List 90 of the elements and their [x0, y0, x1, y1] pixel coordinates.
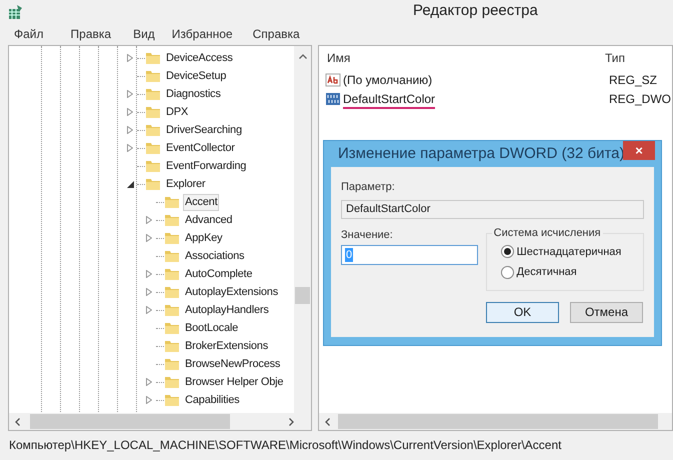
vertical-scrollbar[interactable]: [294, 46, 311, 414]
tree-item[interactable]: AutoComplete: [183, 266, 254, 282]
folder-icon: [145, 69, 161, 83]
folder-icon: [164, 249, 180, 263]
scroll-thumb[interactable]: [338, 414, 658, 429]
horizontal-scrollbar[interactable]: [9, 413, 311, 430]
binary-value-icon: [325, 92, 341, 106]
folder-icon: [164, 267, 180, 281]
tree-item[interactable]: EventCollector: [164, 140, 237, 156]
folder-icon: [164, 393, 180, 407]
scroll-left-icon[interactable]: [325, 418, 330, 426]
folder-icon: [145, 87, 161, 101]
expand-icon[interactable]: [127, 54, 133, 62]
folder-icon: [164, 213, 180, 227]
folder-icon: [164, 285, 180, 299]
menu-item[interactable]: Файл: [14, 25, 44, 43]
menu-item[interactable]: Справка: [252, 25, 300, 43]
close-button[interactable]: ×: [623, 141, 655, 160]
folder-icon: [164, 303, 180, 317]
expand-icon[interactable]: [127, 126, 133, 134]
scroll-thumb[interactable]: [295, 287, 310, 304]
folder-icon: [145, 141, 161, 155]
column-header[interactable]: Имя: [319, 49, 605, 67]
tree-item[interactable]: Capabilities: [183, 392, 242, 408]
window-title: Редактор реестра: [413, 1, 538, 21]
tree-item[interactable]: DriverSearching: [164, 122, 244, 138]
expand-icon[interactable]: [146, 396, 152, 404]
tree-item[interactable]: Advanced: [183, 212, 234, 228]
value-name[interactable]: DefaultStartColor: [343, 90, 609, 108]
radio-button[interactable]: [500, 266, 514, 279]
collapse-icon[interactable]: [127, 180, 134, 188]
tree-item[interactable]: Browser Helper Obje: [183, 374, 286, 390]
tree-item[interactable]: DPX: [164, 104, 190, 120]
expand-icon[interactable]: [146, 234, 152, 242]
tree-item[interactable]: AutoplayHandlers: [183, 302, 271, 318]
radio-label[interactable]: Десятичная: [516, 264, 577, 280]
folder-icon: [145, 51, 161, 65]
tree-item[interactable]: DeviceAccess: [164, 50, 235, 66]
registry-icon: [8, 4, 24, 20]
expand-icon[interactable]: [146, 288, 152, 296]
expand-icon[interactable]: [146, 306, 152, 314]
scroll-up-icon[interactable]: [298, 54, 306, 59]
field-label: Значение:: [341, 228, 394, 242]
tree-item[interactable]: BootLocale: [183, 320, 240, 336]
radio-button[interactable]: [500, 245, 514, 258]
scroll-right-icon[interactable]: [289, 418, 294, 426]
tree-item[interactable]: AppKey: [183, 230, 224, 246]
folder-icon: [164, 357, 180, 371]
value-type: REG_DWO: [609, 90, 672, 108]
radio-label[interactable]: Шестнадцатеричная: [516, 244, 622, 260]
tree-item[interactable]: BrokerExtensions: [183, 338, 270, 354]
tree-item[interactable]: DeviceSetup: [164, 68, 228, 84]
value-name[interactable]: (По умолчанию): [343, 70, 609, 88]
scroll-left-icon[interactable]: [15, 418, 20, 426]
menu-item[interactable]: Избранное: [172, 25, 233, 43]
expand-icon[interactable]: [127, 144, 133, 152]
horizontal-scrollbar[interactable]: [319, 413, 672, 430]
text-value-icon: [325, 72, 341, 86]
dialog-button[interactable]: Отмена: [570, 302, 643, 322]
tree-item[interactable]: AutoplayExtensions: [183, 284, 280, 300]
folder-icon: [164, 195, 180, 209]
tree-item[interactable]: EventForwarding: [164, 158, 248, 174]
menu-item[interactable]: Правка: [70, 25, 112, 43]
folder-icon: [164, 321, 180, 335]
folder-icon: [145, 123, 161, 137]
column-header[interactable]: Тип: [605, 49, 626, 67]
tree-item[interactable]: Associations: [183, 248, 246, 264]
tree-item[interactable]: Diagnostics: [164, 86, 223, 102]
scroll-thumb[interactable]: [30, 414, 230, 429]
field-label: Параметр:: [341, 180, 396, 195]
value-type: REG_SZ: [609, 72, 658, 88]
expand-icon[interactable]: [146, 270, 152, 278]
dialog-button[interactable]: OK: [486, 302, 559, 322]
folder-icon: [145, 177, 161, 191]
folder-icon: [164, 231, 180, 245]
expand-icon[interactable]: [146, 216, 152, 224]
folder-icon: [164, 375, 180, 389]
folder-icon: [145, 105, 161, 119]
expand-icon[interactable]: [127, 90, 133, 98]
folder-icon: [145, 159, 161, 173]
tree-item[interactable]: Accent: [183, 194, 220, 210]
expand-icon[interactable]: [127, 108, 133, 116]
status-text: Компьютер\HKEY_LOCAL_MACHINE\SOFTWARE\Microsoft\Windows\CurrentVersion\Explorer\Accent: [8, 437, 562, 454]
menu-item[interactable]: Вид: [133, 25, 155, 43]
tree-item[interactable]: BrowseNewProcess: [183, 356, 282, 372]
tree-item[interactable]: Explorer: [164, 176, 208, 192]
folder-icon: [164, 339, 180, 353]
name-field: DefaultStartColor: [341, 200, 644, 218]
expand-icon[interactable]: [146, 378, 152, 386]
dialog-title: Изменение параметра DWORD (32 бита): [338, 144, 624, 164]
